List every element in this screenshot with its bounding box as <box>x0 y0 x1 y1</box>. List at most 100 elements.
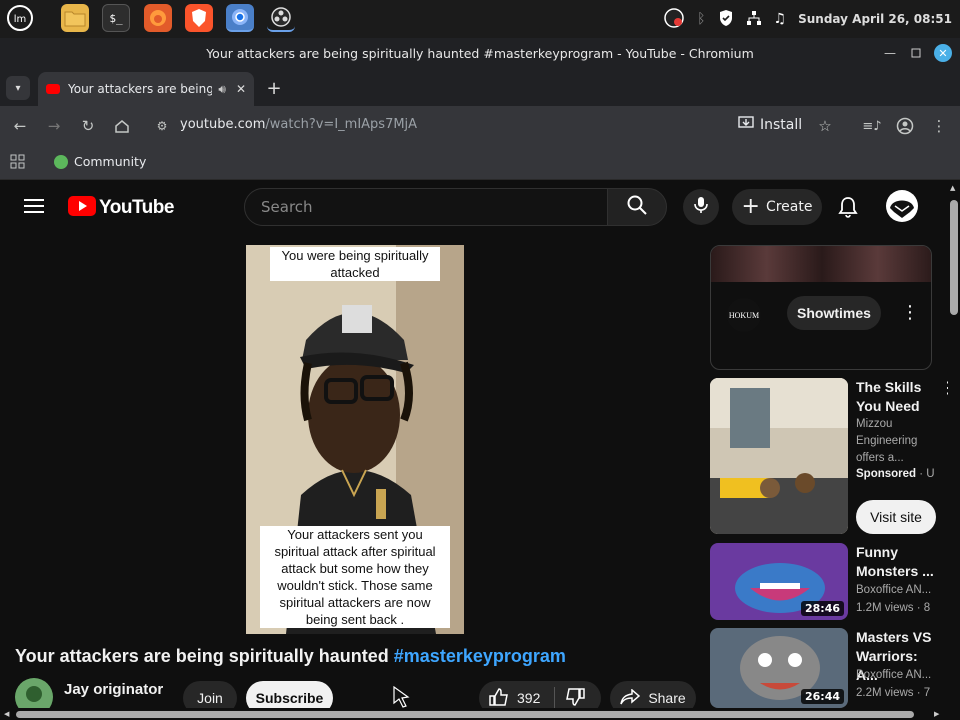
apps-grid-icon[interactable] <box>10 154 26 174</box>
rec-channel: Boxoffice AN... <box>856 669 932 681</box>
browser-toolbar: ← → ↻ ⚙︎ youtube.com/watch?v=I_mIAps7MjA… <box>0 106 960 146</box>
vertical-scroll-thumb[interactable] <box>950 200 958 315</box>
sponsored-label: Sponsored <box>856 468 917 480</box>
rec-title[interactable]: The Skills You Need <box>856 378 936 416</box>
video-title: Your attackers are being spiritually hau… <box>15 646 566 667</box>
install-button[interactable]: Install <box>738 116 802 134</box>
bookmark-star-icon[interactable]: ☆ <box>813 114 837 138</box>
share-label: Share <box>648 690 686 706</box>
dislike-button[interactable] <box>565 687 586 709</box>
create-label: Create <box>765 199 813 215</box>
rec-title[interactable]: Funny Monsters ... <box>856 543 936 581</box>
tab-close-icon[interactable]: ✕ <box>236 82 246 96</box>
rec-meta: 2.2M views · 7 <box>856 687 931 699</box>
files-icon[interactable] <box>61 4 89 32</box>
tab-strip: ▾ Your attackers are being 🔊︎ ✕ + <box>0 68 960 106</box>
window-title: Your attackers are being spiritually hau… <box>206 45 754 61</box>
search-button[interactable] <box>607 188 667 226</box>
forward-icon[interactable]: → <box>42 114 66 138</box>
tab-search-icon[interactable]: ▾ <box>6 76 30 100</box>
url-host: youtube.com <box>180 117 266 132</box>
visit-site-button[interactable]: Visit site <box>856 500 936 534</box>
search-input[interactable]: Search <box>244 188 608 226</box>
profile-icon[interactable] <box>893 114 917 138</box>
home-icon[interactable] <box>110 114 134 138</box>
hamburger-menu-icon[interactable] <box>24 198 44 218</box>
clock[interactable]: Sunday April 26, 08:51 <box>798 12 952 26</box>
youtube-logo[interactable]: YouTube <box>68 196 174 220</box>
system-tray: ᛒ ♫ Sunday April 26, 08:51 <box>663 0 952 38</box>
caption-top: You were being spiritually attacked <box>270 247 440 281</box>
recommendation-2[interactable]: 28:46 Funny Monsters ... Boxoffice AN...… <box>710 543 934 623</box>
obs-tray-icon[interactable] <box>663 7 685 32</box>
create-button[interactable]: + Create <box>732 189 822 225</box>
tab-youtube[interactable]: Your attackers are being 🔊︎ ✕ <box>38 72 254 106</box>
chromium-icon[interactable] <box>226 4 254 32</box>
rec3-duration: 26:44 <box>800 689 844 704</box>
close-icon[interactable]: ✕ <box>934 44 952 62</box>
youtube-favicon-icon <box>46 84 60 94</box>
vertical-scrollbar[interactable]: ▲ <box>948 180 960 710</box>
search-icon <box>627 195 647 219</box>
brave-icon[interactable] <box>185 4 213 32</box>
recommendation-3[interactable]: 26:44 Masters VS Warriors: A... Boxoffic… <box>710 628 932 708</box>
new-tab-icon[interactable]: + <box>262 76 286 100</box>
horizontal-scrollbar[interactable]: ◀ ▶ <box>0 708 960 720</box>
horizontal-scroll-thumb[interactable] <box>16 711 914 718</box>
community-icon <box>54 154 68 169</box>
shield-icon[interactable] <box>718 9 734 30</box>
like-count: 392 <box>517 690 541 706</box>
mint-menu-icon[interactable]: lm <box>6 4 34 32</box>
address-bar[interactable]: youtube.com/watch?v=I_mIAps7MjA <box>180 117 417 132</box>
notifications-bell-icon[interactable] <box>838 196 858 222</box>
ad-brand-logo: HOKUM <box>727 298 761 332</box>
youtube-wordmark: YouTube <box>99 197 174 218</box>
voice-search-button[interactable] <box>683 189 719 225</box>
bookmark-community-label: Community <box>74 154 147 169</box>
media-control-icon[interactable]: ≡♪ <box>860 114 884 138</box>
scroll-left-icon[interactable]: ◀ <box>4 710 9 718</box>
maximize-icon[interactable] <box>906 43 926 63</box>
plus-icon: + <box>741 194 760 219</box>
video-player[interactable]: You were being spiritually attacked Your… <box>246 245 464 634</box>
rec-meta: 1.2M views · 8 <box>856 602 931 614</box>
youtube-play-icon <box>68 196 96 220</box>
ad-more-icon[interactable]: ⋮ <box>901 302 919 323</box>
bluetooth-icon[interactable]: ᛒ <box>697 11 705 27</box>
rec3-thumbnail[interactable]: 26:44 <box>710 628 848 708</box>
sponsored-thumbnail[interactable] <box>710 378 848 534</box>
scroll-right-icon[interactable]: ▶ <box>934 710 939 718</box>
firefox-icon[interactable] <box>144 4 172 32</box>
showtimes-button[interactable]: Showtimes <box>787 296 881 330</box>
terminal-icon[interactable]: $_ <box>102 4 130 32</box>
rec2-thumbnail[interactable]: 28:46 <box>710 543 848 620</box>
bookmark-community[interactable]: Community <box>54 154 146 169</box>
scroll-up-icon[interactable]: ▲ <box>950 184 955 192</box>
video-title-text: Your attackers are being spiritually hau… <box>15 646 394 666</box>
account-avatar[interactable] <box>886 190 918 222</box>
network-icon[interactable] <box>746 10 762 29</box>
caption-bottom: Your attackers sent you spiritual attack… <box>260 526 450 628</box>
like-button[interactable]: 392 <box>489 687 541 709</box>
install-icon <box>738 116 754 134</box>
ad-banner-image <box>711 246 931 282</box>
speaker-icon[interactable]: 🔊︎ <box>218 82 226 97</box>
channel-name[interactable]: Jay originator <box>64 681 163 698</box>
music-icon[interactable]: ♫ <box>774 11 787 27</box>
share-icon <box>620 687 641 708</box>
sponsored-meta-extra: · U <box>919 468 935 480</box>
reload-icon[interactable]: ↻ <box>76 114 100 138</box>
like-divider <box>554 687 556 709</box>
minimize-icon[interactable]: — <box>880 43 900 63</box>
menu-kebab-icon[interactable]: ⋮ <box>927 114 951 138</box>
back-icon[interactable]: ← <box>8 114 32 138</box>
obs-icon[interactable] <box>267 4 295 32</box>
rec-meta: Sponsored · U <box>856 466 936 483</box>
site-info-icon[interactable]: ⚙︎ <box>150 114 174 138</box>
microphone-icon <box>694 196 708 218</box>
recommendation-sponsored[interactable]: The Skills You Need Mizzou Engineering o… <box>710 378 956 538</box>
video-hashtag-link[interactable]: #masterkeyprogram <box>394 646 566 666</box>
install-label: Install <box>760 117 803 133</box>
youtube-page: YouTube Search + Create You were being s… <box>0 180 960 720</box>
ad-banner-card[interactable]: HOKUM Showtimes ⋮ <box>710 245 932 370</box>
